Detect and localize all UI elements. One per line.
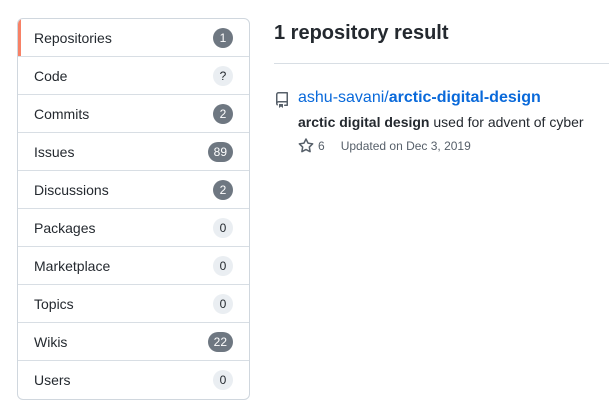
sidebar-item-label: Commits [34,105,90,122]
repo-description-highlight: arctic digital design [298,114,430,130]
sidebar-item-users[interactable]: Users 0 [18,361,249,399]
sidebar-item-label: Wikis [34,333,68,350]
count-badge: 0 [213,217,233,238]
results-count-heading: 1 repository result [274,18,609,64]
search-results: 1 repository result ashu-savani/arctic-d… [274,18,609,154]
sidebar-item-label: Discussions [34,181,109,198]
count-badge: 2 [213,103,233,124]
repo-owner[interactable]: ashu-savani/ [298,89,389,106]
count-badge: 2 [213,179,233,200]
sidebar-item-label: Packages [34,219,96,236]
repo-meta: 6 Updated on Dec 3, 2019 [298,138,609,154]
sidebar-item-label: Users [34,372,71,388]
count-badge: 1 [213,27,233,48]
repo-icon [276,92,288,108]
star-count: 6 [318,139,325,153]
sidebar-item-topics[interactable]: Topics 0 [18,285,249,323]
count-badge: 0 [213,255,233,276]
repo-name[interactable]: arctic-digital-design [389,89,541,106]
sidebar-item-label: Repositories [34,29,112,46]
sidebar-item-label: Marketplace [34,257,111,274]
count-badge: 22 [207,331,233,352]
sidebar-item-code[interactable]: Code ? [18,57,249,95]
stargazers-link[interactable]: 6 [298,138,325,154]
count-badge: 0 [213,293,233,314]
sidebar-item-label: Topics [34,295,74,312]
repo-description: arctic digital design used for advent of… [298,112,609,132]
repo-description-rest: used for advent of cyber [429,114,584,130]
repo-result-item: ashu-savani/arctic-digital-design arctic… [274,88,609,154]
repo-link[interactable]: ashu-savani/arctic-digital-design [298,88,609,108]
count-badge: 0 [213,370,233,390]
count-badge: 89 [207,141,233,162]
sidebar-item-wikis[interactable]: Wikis 22 [18,323,249,361]
sidebar-item-repositories[interactable]: Repositories 1 [18,19,249,57]
sidebar-item-label: Code [34,67,68,84]
sidebar-item-discussions[interactable]: Discussions 2 [18,171,249,209]
updated-date: Updated on Dec 3, 2019 [340,139,471,153]
sidebar-item-label: Issues [34,143,75,160]
star-icon [298,138,314,153]
sidebar-item-issues[interactable]: Issues 89 [18,133,249,171]
sidebar-item-packages[interactable]: Packages 0 [18,209,249,247]
search-filter-menu: Repositories 1 Code ? Commits 2 Issues 8… [17,18,250,400]
count-badge: ? [213,65,233,86]
sidebar-item-marketplace[interactable]: Marketplace 0 [18,247,249,285]
sidebar-item-commits[interactable]: Commits 2 [18,95,249,133]
